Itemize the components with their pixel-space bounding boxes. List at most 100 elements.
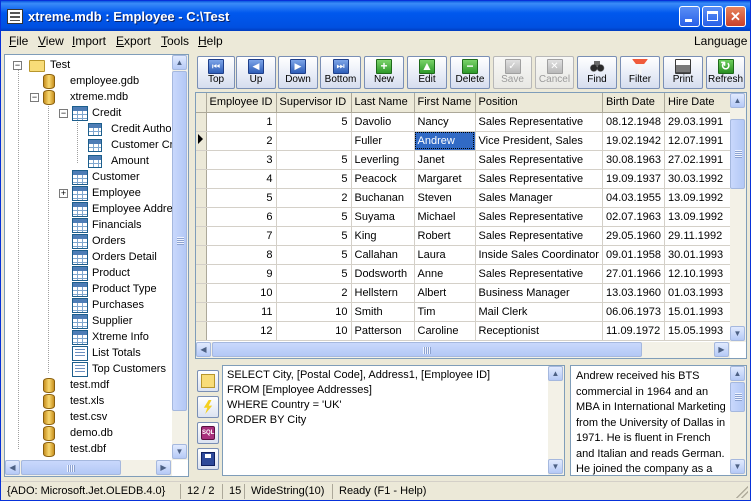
cell-first-name[interactable]: Nancy [414,112,476,132]
menu-language[interactable]: Language [694,34,747,48]
cell-birth-date[interactable]: 29.05.1960 [602,226,666,246]
table-row[interactable]: 10 2 Hellstern Albert Business Manager 1… [196,283,732,303]
column-header[interactable]: Birth Date [602,93,666,113]
scroll-down-icon[interactable]: ▼ [730,459,745,474]
cell-last-name[interactable]: Smith [351,302,415,322]
tree-table-orders[interactable]: Orders [8,234,178,250]
table-row[interactable]: 9 5 Dodsworth Anne Sales Representative … [196,264,732,284]
cell-first-name[interactable]: Steven [414,188,476,208]
grid-vertical-scrollbar[interactable]: ▲ ▼ [730,93,746,342]
data-grid[interactable]: Employee ID Supervisor ID Last Name Firs… [195,92,747,359]
scroll-right-icon[interactable]: ▶ [714,342,729,357]
sql-vertical-scrollbar[interactable]: ▲ ▼ [548,366,564,475]
scroll-up-icon[interactable]: ▲ [548,366,563,381]
table-row[interactable]: 11 10 Smith Tim Mail Clerk 06.06.1973 15… [196,302,732,322]
down-button[interactable]: ▶ Down [278,56,318,89]
cell-employee-id[interactable]: 10 [206,283,277,303]
cell-hire-date[interactable]: 13.09.1992 [664,207,732,227]
tree-table-xtreme-info[interactable]: Xtreme Info [8,330,178,346]
row-indicator[interactable] [196,150,207,170]
cell-position[interactable]: Sales Representative [475,264,603,284]
tree-query-list-totals[interactable]: List Totals [8,346,178,362]
cell-employee-id[interactable]: 9 [206,264,277,284]
save-sql-button[interactable] [197,448,219,470]
row-indicator[interactable] [196,321,207,341]
cell-employee-id[interactable]: 8 [206,245,277,265]
cell-first-name[interactable]: Michael [414,207,476,227]
cell-position[interactable]: Sales Representative [475,150,603,170]
cell-first-name[interactable]: Caroline [414,321,476,341]
cell-position[interactable]: Sales Representative [475,226,603,246]
bottom-button[interactable]: ⏭ Bottom [320,56,361,89]
column-header[interactable]: Position [475,93,603,113]
collapse-icon[interactable]: − [59,109,68,118]
cell-last-name[interactable]: King [351,226,415,246]
up-button[interactable]: ◀ Up [236,56,276,89]
tree-node-demo-db[interactable]: demo.db [8,426,178,442]
menu-export[interactable]: Export [116,34,151,48]
expand-icon[interactable]: + [59,189,68,198]
scroll-down-icon[interactable]: ▼ [730,326,745,341]
cell-first-name[interactable]: Laura [414,245,476,265]
cell-first-name[interactable]: Janet [414,150,476,170]
cell-position[interactable]: Inside Sales Coordinator [475,245,603,265]
memo-viewer[interactable]: Andrew received his BTS commercial in 19… [570,365,747,476]
tree-table-product-type[interactable]: Product Type [8,282,178,298]
table-row-current[interactable]: 2 Fuller Andrew Vice President, Sales 19… [196,131,732,151]
scroll-thumb[interactable] [730,382,745,412]
cell-hire-date[interactable]: 12.07.1991 [664,131,732,151]
cell-employee-id[interactable]: 1 [206,112,277,132]
cell-last-name[interactable]: Fuller [351,131,415,151]
title-bar[interactable]: xtreme.mdb : Employee - C:\Test ✕ [1,1,750,31]
menu-view[interactable]: View [38,34,64,48]
scroll-thumb[interactable] [172,71,187,411]
cell-last-name[interactable]: Dodsworth [351,264,415,284]
cell-birth-date[interactable]: 09.01.1958 [602,245,666,265]
open-sql-button[interactable] [197,370,219,392]
cell-birth-date[interactable]: 19.02.1942 [602,131,666,151]
minimize-button[interactable] [679,6,700,27]
delete-button[interactable]: − Delete [450,56,490,89]
cell-first-name[interactable]: Tim [414,302,476,322]
table-row[interactable]: 4 5 Peacock Margaret Sales Representativ… [196,169,732,189]
row-indicator[interactable] [196,226,207,246]
cell-supervisor-id[interactable]: 2 [276,188,352,208]
cell-position[interactable]: Vice President, Sales [475,131,603,151]
menu-help[interactable]: Help [198,34,223,48]
table-row[interactable]: 12 10 Patterson Caroline Receptionist 11… [196,321,732,341]
cell-employee-id[interactable]: 4 [206,169,277,189]
cell-last-name[interactable]: Callahan [351,245,415,265]
scroll-thumb[interactable] [21,460,121,475]
cell-employee-id[interactable]: 12 [206,321,277,341]
cell-last-name[interactable]: Hellstern [351,283,415,303]
print-button[interactable]: Print [663,56,703,89]
row-indicator[interactable] [196,207,207,227]
cell-supervisor-id[interactable] [276,131,352,151]
run-sql-button[interactable] [197,396,219,418]
cell-last-name[interactable]: Davolio [351,112,415,132]
table-row[interactable]: 7 5 King Robert Sales Representative 29.… [196,226,732,246]
cell-last-name[interactable]: Suyama [351,207,415,227]
cell-supervisor-id[interactable]: 5 [276,207,352,227]
tree-node-credit[interactable]: − Credit [8,106,178,122]
scroll-up-icon[interactable]: ▲ [172,55,187,70]
menu-tools[interactable]: Tools [161,34,189,48]
cell-supervisor-id[interactable]: 5 [276,112,352,132]
memo-vertical-scrollbar[interactable]: ▲ ▼ [730,366,746,475]
tree-horizontal-scrollbar[interactable]: ◀ ▶ [5,460,172,476]
app-icon[interactable] [7,9,23,24]
table-row[interactable]: 3 5 Leverling Janet Sales Representative… [196,150,732,170]
cell-last-name[interactable]: Buchanan [351,188,415,208]
table-row[interactable]: 5 2 Buchanan Steven Sales Manager 04.03.… [196,188,732,208]
column-header[interactable]: Supervisor ID [276,93,352,113]
row-indicator[interactable] [196,188,207,208]
cell-first-name-selected[interactable]: Andrew [414,131,476,151]
menu-file[interactable]: File [9,34,28,48]
menu-import[interactable]: Import [72,34,106,48]
cell-first-name[interactable]: Anne [414,264,476,284]
cell-first-name[interactable]: Albert [414,283,476,303]
tree-field-amount[interactable]: Amount [8,154,188,170]
cell-employee-id[interactable]: 2 [206,131,277,151]
tree-node-root[interactable]: − Test [8,58,178,74]
scroll-thumb[interactable] [730,119,745,189]
